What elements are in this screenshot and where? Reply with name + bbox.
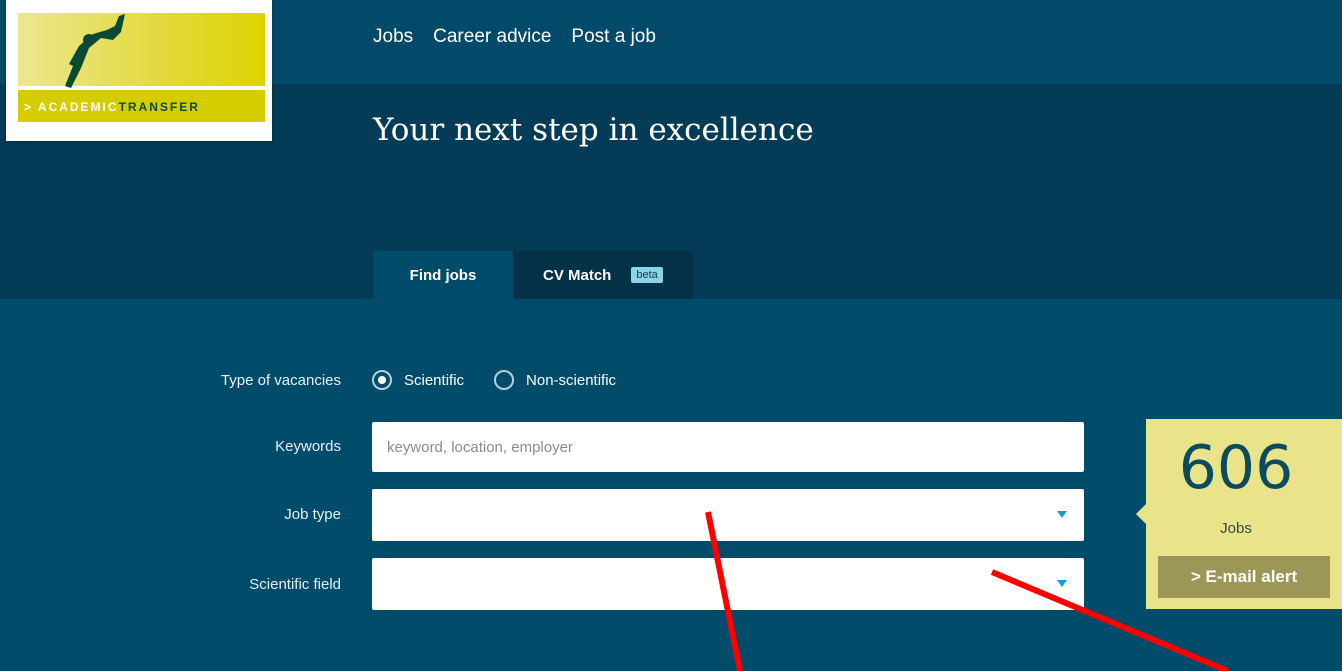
email-alert-button[interactable]: > E-mail alert: [1158, 556, 1330, 598]
nav-career-advice-link[interactable]: Career advice: [433, 26, 551, 48]
logo-wordmark: > ACADEMICTRANSFER: [24, 100, 200, 114]
scientific-field-select[interactable]: [372, 558, 1084, 610]
radio-non-scientific[interactable]: [494, 370, 515, 390]
beta-badge: beta: [631, 267, 663, 283]
jumper-silhouette-icon: [65, 14, 125, 88]
nav-jobs-link[interactable]: Jobs: [373, 26, 413, 48]
academictransfer-logo[interactable]: > ACADEMICTRANSFER: [6, 0, 272, 141]
main-nav: Jobs Career advice Post a job: [373, 26, 656, 48]
radio-scientific[interactable]: [372, 370, 392, 390]
chevron-down-icon: [1057, 511, 1067, 518]
radio-selected-dot: [378, 376, 386, 384]
nav-post-a-job-link[interactable]: Post a job: [571, 26, 656, 48]
callout-pointer: [1136, 504, 1146, 524]
job-type-select[interactable]: [372, 489, 1084, 541]
scientific-field-label: Scientific field: [249, 576, 341, 593]
chevron-down-icon: [1057, 580, 1067, 587]
job-type-label: Job type: [284, 506, 341, 523]
radio-non-scientific-label: Non-scientific: [526, 371, 617, 389]
hero-title: Your next step in excellence: [373, 112, 814, 148]
tab-cv-match[interactable]: CV Match beta: [513, 251, 693, 299]
keywords-input[interactable]: [372, 422, 1084, 472]
job-count-label: Jobs: [1220, 520, 1252, 537]
keywords-label: Keywords: [275, 438, 341, 455]
vacancy-type-radio-group: Scientific Non-scientific: [372, 370, 646, 390]
job-count-box: 606 Jobs > E-mail alert: [1136, 419, 1342, 609]
tab-find-jobs-label: Find jobs: [409, 266, 477, 284]
type-of-vacancies-label: Type of vacancies: [220, 372, 341, 389]
job-count-number: 606: [1178, 433, 1294, 503]
tab-cv-match-label: CV Match: [543, 266, 612, 284]
radio-scientific-label: Scientific: [404, 371, 465, 389]
tab-find-jobs[interactable]: Find jobs: [373, 251, 513, 299]
